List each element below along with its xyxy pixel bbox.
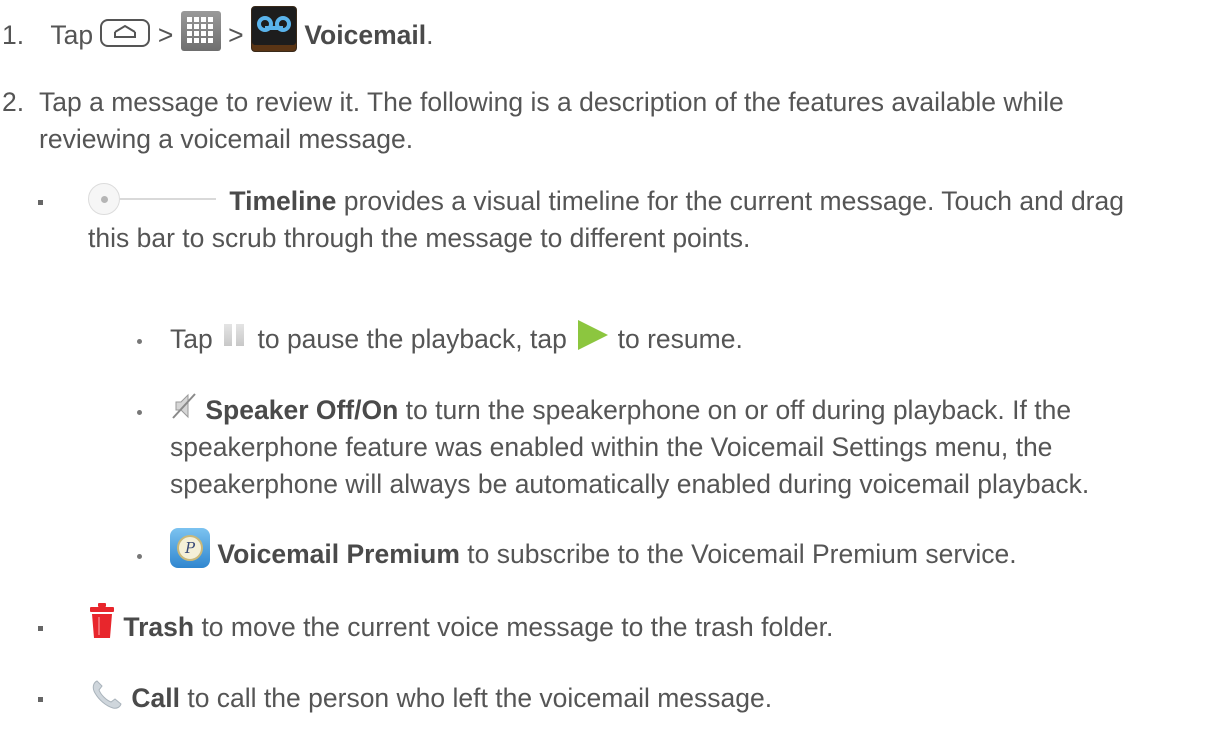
premium-label: Voicemail Premium xyxy=(217,539,460,569)
step-1-separator-2: > xyxy=(228,20,244,50)
step-1: 1. Tap > > Voicemail. xyxy=(2,6,1192,60)
step-2: 2. Tap a message to review it. The follo… xyxy=(2,84,1182,158)
step-1-separator: > xyxy=(157,20,174,50)
step-2-number: 2. xyxy=(2,87,25,117)
step-2-text: Tap a message to review it. The followin… xyxy=(39,87,1064,154)
timeline-slider-icon xyxy=(88,183,216,215)
step-1-tap: Tap xyxy=(50,20,94,50)
play-icon xyxy=(574,317,610,353)
voicemail-premium-icon: P xyxy=(170,528,210,568)
timeline-label: Timeline xyxy=(229,186,337,216)
call-item: Call to call the person who left the voi… xyxy=(88,680,1148,717)
home-icon xyxy=(100,19,151,47)
call-label: Call xyxy=(131,683,180,713)
bullet-dot xyxy=(137,339,142,344)
step-1-number: 1. xyxy=(2,20,25,50)
speaker-label: Speaker Off/On xyxy=(205,395,399,425)
pause-tap-text: Tap xyxy=(170,324,213,354)
bullet-dot xyxy=(137,554,142,559)
voicemail-icon xyxy=(250,6,297,52)
timeline-item: Timeline provides a visual timeline for … xyxy=(88,183,1148,257)
premium-item: P Voicemail Premium to subscribe to the … xyxy=(170,528,1170,576)
pause-icon xyxy=(220,320,250,350)
voicemail-label: Voicemail xyxy=(304,20,427,50)
trash-item: Trash to move the current voice message … xyxy=(88,603,1148,648)
trash-label: Trash xyxy=(123,612,195,642)
speaker-item: Speaker Off/On to turn the speakerphone … xyxy=(170,392,1170,503)
call-text: to call the person who left the voicemai… xyxy=(179,683,773,713)
trash-text: to move the current voice message to the… xyxy=(194,612,834,642)
apps-grid-icon xyxy=(180,11,221,51)
step-1-period: . xyxy=(426,20,434,50)
trash-icon xyxy=(88,602,116,640)
pause-play-item: Tap to pause the playback, tap to resume… xyxy=(170,320,1170,359)
pause-end-text: to resume. xyxy=(617,324,743,354)
premium-text: to subscribe to the Voicemail Premium se… xyxy=(459,539,1017,569)
phone-icon xyxy=(88,677,124,711)
pause-mid-text: to pause the playback, tap xyxy=(257,324,567,354)
bullet-dot xyxy=(137,410,142,415)
bullet-square xyxy=(38,697,43,702)
speaker-off-icon xyxy=(170,391,198,421)
bullet-square xyxy=(38,626,43,631)
bullet-square xyxy=(38,200,43,205)
